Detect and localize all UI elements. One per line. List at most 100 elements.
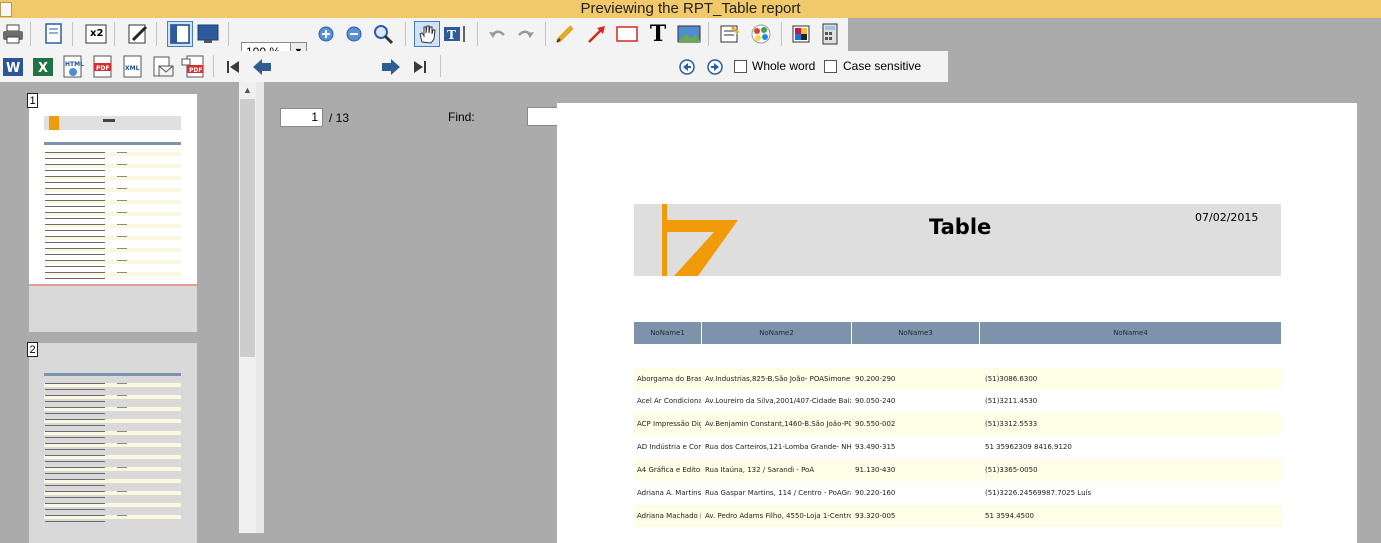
first-page-button[interactable] bbox=[220, 54, 246, 80]
thumbnail-preview bbox=[44, 373, 181, 522]
notes-button[interactable] bbox=[716, 21, 742, 47]
table-cell: Av.Benjamin Constant,1460-B.São João-POA… bbox=[705, 420, 851, 428]
pencil-button[interactable] bbox=[552, 21, 578, 47]
thumbnail-page-number: 2 bbox=[27, 342, 38, 357]
arrow-button[interactable] bbox=[584, 21, 610, 47]
text-tool-button[interactable]: T bbox=[645, 21, 671, 47]
word-icon: W bbox=[3, 58, 23, 76]
undo-icon bbox=[489, 30, 505, 38]
arrow-left-icon bbox=[253, 59, 271, 75]
table-row: Adriana Machado La Av. Pedro Adams Filho… bbox=[634, 505, 1281, 527]
scrollbar-thumb[interactable] bbox=[240, 99, 255, 357]
text-icon: T bbox=[649, 21, 667, 47]
arrow-icon bbox=[588, 26, 605, 43]
thumbnail-page-image bbox=[29, 94, 197, 286]
separator bbox=[405, 22, 406, 46]
separator bbox=[477, 22, 478, 46]
separator bbox=[781, 22, 782, 46]
find-next-button[interactable] bbox=[702, 54, 728, 80]
redo-icon bbox=[518, 30, 534, 38]
edit-icon bbox=[128, 24, 148, 44]
svg-text:XML: XML bbox=[125, 65, 140, 72]
bookmark-button[interactable] bbox=[41, 21, 67, 47]
last-page-button[interactable] bbox=[407, 54, 433, 80]
table-row: AD Indústria e Com Rua dos Carteiros,121… bbox=[634, 436, 1281, 458]
zoom-out-icon bbox=[346, 26, 362, 42]
whole-word-label: Whole word bbox=[752, 59, 816, 73]
case-sensitive-checkbox[interactable] bbox=[824, 60, 837, 73]
table-cell: AD Indústria e Com bbox=[637, 443, 701, 451]
find-next-icon bbox=[707, 59, 723, 75]
redo-button[interactable] bbox=[513, 21, 539, 47]
toggle-thumbnails-button[interactable] bbox=[167, 21, 193, 47]
arrow-right-icon bbox=[382, 59, 400, 75]
separator bbox=[213, 55, 214, 77]
report-title: Table bbox=[929, 215, 992, 239]
colors-button[interactable] bbox=[748, 21, 774, 47]
table-cell: 93.320-005 bbox=[855, 512, 896, 520]
separator bbox=[228, 22, 229, 46]
export-excel-button[interactable]: X bbox=[30, 54, 56, 80]
export-html-button[interactable]: HTML bbox=[60, 54, 86, 80]
zoom-out-button[interactable] bbox=[341, 21, 367, 47]
company-logo bbox=[662, 204, 738, 276]
fullscreen-button[interactable] bbox=[195, 21, 221, 47]
report-header-banner: Table 07/02/2015 bbox=[634, 204, 1281, 276]
page-total: / 13 bbox=[329, 111, 350, 125]
thumbnail-scrollbar[interactable]: ▲ bbox=[239, 82, 256, 533]
page-number-input[interactable]: 1 bbox=[280, 108, 323, 127]
document-icon bbox=[0, 2, 12, 17]
sidebar-icon bbox=[170, 24, 190, 44]
previous-page-button[interactable] bbox=[249, 54, 275, 80]
export-navigation-toolbar: W X HTML PDF XML PDF 1 / 13 Find: Whole … bbox=[0, 51, 948, 127]
edit-report-button[interactable] bbox=[125, 21, 151, 47]
svg-text:W: W bbox=[6, 61, 20, 76]
hand-tool-button[interactable] bbox=[414, 21, 440, 47]
find-previous-button[interactable] bbox=[674, 54, 700, 80]
rectangle-icon bbox=[616, 26, 638, 42]
svg-text:HTML: HTML bbox=[65, 61, 84, 68]
table-cell: (51)3365-0050 bbox=[985, 466, 1038, 474]
calculator-button[interactable] bbox=[817, 21, 843, 47]
color-mode-button[interactable] bbox=[788, 21, 814, 47]
title-bar: Previewing the RPT_Table report bbox=[0, 0, 1381, 18]
next-page-button[interactable] bbox=[378, 54, 404, 80]
first-page-icon bbox=[227, 61, 239, 73]
separator bbox=[72, 22, 73, 46]
case-sensitive-label: Case sensitive bbox=[843, 59, 922, 73]
find-previous-icon bbox=[679, 59, 695, 75]
pane-splitter[interactable] bbox=[256, 82, 264, 533]
thumbnail-page-number: 1 bbox=[27, 93, 38, 108]
export-pdf-button[interactable]: PDF bbox=[90, 54, 116, 80]
image-button[interactable] bbox=[676, 21, 702, 47]
find-label: Find: bbox=[448, 110, 475, 124]
zoom-in-button[interactable] bbox=[313, 21, 339, 47]
scroll-up-icon[interactable]: ▲ bbox=[239, 82, 256, 99]
toolbar-background bbox=[848, 18, 1381, 51]
rectangle-button[interactable] bbox=[614, 21, 640, 47]
undo-button[interactable] bbox=[484, 21, 510, 47]
print-button[interactable] bbox=[0, 21, 26, 47]
table-cell: 90.550-002 bbox=[855, 420, 896, 428]
text-select-button[interactable]: T bbox=[443, 21, 469, 47]
separator bbox=[440, 55, 441, 77]
table-cell: Av.Industrias,825-B.São João- POASimone … bbox=[705, 375, 851, 383]
thumbnail-page-1[interactable]: 1 bbox=[27, 93, 197, 332]
email-pdf-button[interactable]: PDF bbox=[180, 54, 206, 80]
page-number-value: 1 bbox=[311, 110, 318, 124]
zoom-in-icon bbox=[318, 26, 334, 42]
export-xml-button[interactable]: XML bbox=[120, 54, 146, 80]
thumbnail-page-2[interactable]: 2 bbox=[27, 342, 197, 543]
table-cell: A4 Gráfica e Editor bbox=[637, 466, 701, 474]
send-email-button[interactable] bbox=[150, 54, 176, 80]
monitor-icon bbox=[197, 24, 219, 43]
whole-word-checkbox[interactable] bbox=[734, 60, 747, 73]
text-select-icon: T bbox=[444, 26, 465, 42]
toolbar-background bbox=[948, 51, 1381, 82]
zoom-tool-button[interactable] bbox=[370, 21, 396, 47]
export-word-button[interactable]: W bbox=[0, 54, 26, 80]
book-icon bbox=[45, 23, 62, 44]
excel-icon: X bbox=[33, 58, 53, 76]
table-cell: Rua Itaúna, 132 / Sarandi - PoA bbox=[705, 466, 815, 474]
multi-page-button[interactable]: x2 bbox=[83, 21, 109, 47]
